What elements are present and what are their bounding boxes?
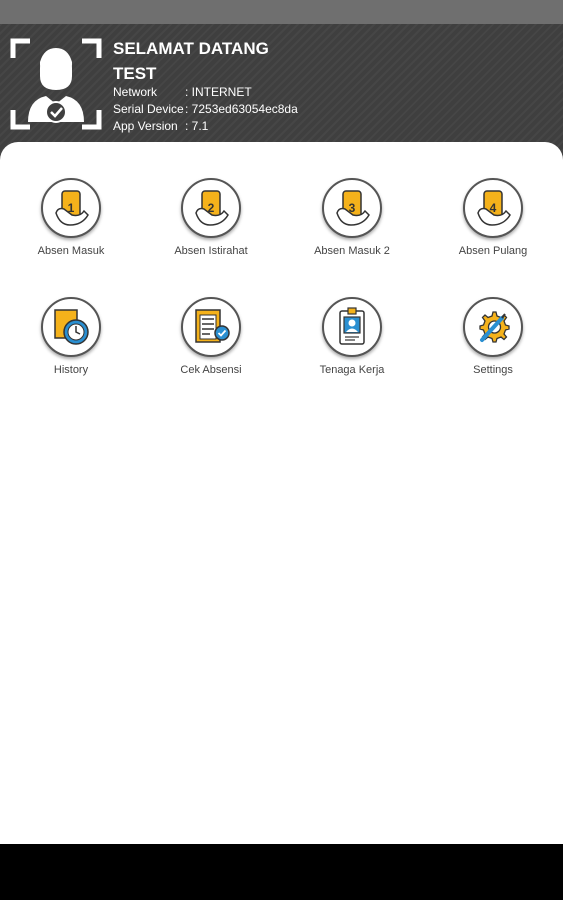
- menu-absen-masuk-2[interactable]: 3 Absen Masuk 2: [292, 178, 412, 278]
- gear-wrench-icon: [463, 297, 523, 357]
- phone-hand-2-icon: 2: [181, 178, 241, 238]
- face-scan-avatar-icon: [10, 38, 102, 130]
- menu-absen-istirahat[interactable]: 2 Absen Istirahat: [151, 178, 271, 278]
- menu-history[interactable]: History: [11, 297, 131, 397]
- status-bar: [0, 0, 563, 24]
- menu-tenaga-kerja[interactable]: Tenaga Kerja: [292, 297, 412, 397]
- clock-history-icon: [41, 297, 101, 357]
- network-label: Network: [113, 85, 158, 99]
- checklist-icon: [181, 297, 241, 357]
- user-name: TEST: [113, 64, 157, 83]
- network-value: : INTERNET: [185, 85, 252, 99]
- network-row: Network : INTERNET: [113, 84, 252, 100]
- menu-tenaga-kerja-label: Tenaga Kerja: [319, 364, 385, 376]
- menu-cek-absensi[interactable]: Cek Absensi: [151, 297, 271, 397]
- menu-history-label: History: [53, 364, 89, 376]
- menu-absen-pulang[interactable]: 4 Absen Pulang: [433, 178, 553, 278]
- menu-absen-istirahat-label: Absen Istirahat: [174, 245, 248, 257]
- welcome-line-1: SELAMAT DATANG: [113, 39, 269, 58]
- phone-hand-4-icon: 4: [463, 178, 523, 238]
- menu-absen-masuk-2-label: Absen Masuk 2: [314, 245, 390, 257]
- version-value: : 7.1: [185, 119, 209, 133]
- welcome-title: SELAMAT DATANG TEST: [113, 36, 413, 86]
- phone-hand-3-icon: 3: [322, 178, 382, 238]
- menu-settings[interactable]: Settings: [433, 297, 553, 397]
- version-row: App Version : 7.1: [113, 118, 208, 134]
- id-badge-icon: [322, 297, 382, 357]
- navigation-bar: [0, 844, 563, 900]
- serial-label: Serial Device: [113, 102, 184, 116]
- menu-absen-masuk-label: Absen Masuk: [37, 245, 105, 257]
- main-content: 1 Absen Masuk 2 Absen Istirahat 3 Absen …: [0, 142, 563, 844]
- menu-cek-absensi-label: Cek Absensi: [180, 364, 242, 376]
- menu-absen-pulang-label: Absen Pulang: [458, 245, 528, 257]
- serial-value: : 7253ed63054ec8da: [185, 102, 298, 116]
- phone-hand-1-icon: 1: [41, 178, 101, 238]
- menu-settings-label: Settings: [473, 364, 513, 376]
- menu-absen-masuk[interactable]: 1 Absen Masuk: [11, 178, 131, 278]
- serial-row: Serial Device: 7253ed63054ec8da: [113, 101, 298, 117]
- version-label: App Version: [113, 119, 178, 133]
